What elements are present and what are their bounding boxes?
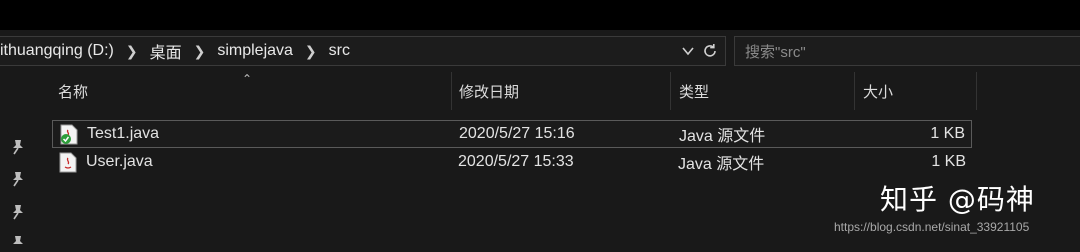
java-file-icon: [59, 152, 77, 173]
column-header-name-label: 名称: [58, 83, 89, 101]
refresh-icon[interactable]: [701, 42, 719, 60]
column-header-type[interactable]: 类型: [671, 72, 855, 110]
breadcrumb: ithuangqing (D:) ❯ 桌面 ❯ simplejava ❯ src: [0, 37, 356, 65]
address-buttons: [681, 37, 719, 65]
file-row[interactable]: User.java 2020/5/27 15:33 Java 源文件 1 KB: [52, 149, 972, 177]
column-header-size[interactable]: 大小: [855, 72, 977, 110]
column-header-name[interactable]: 名称: [50, 72, 452, 110]
file-row[interactable]: Test1.java 2020/5/27 15:16 Java 源文件 1 KB: [52, 120, 972, 148]
search-box[interactable]: [734, 36, 1080, 67]
watermark-brand: 知乎 @码神: [880, 183, 1035, 216]
chevron-right-icon[interactable]: ❯: [120, 43, 144, 60]
window-titlebar: [0, 0, 1080, 30]
file-name: User.java: [86, 153, 153, 170]
column-header-modified[interactable]: 修改日期: [451, 72, 671, 110]
search-input[interactable]: [743, 37, 1067, 67]
address-bar[interactable]: ithuangqing (D:) ❯ 桌面 ❯ simplejava ❯ src: [0, 36, 726, 66]
pin-icon[interactable]: [9, 203, 27, 221]
breadcrumb-item-simplejava[interactable]: simplejava: [211, 42, 299, 60]
pin-icon[interactable]: [9, 170, 27, 188]
breadcrumb-item-src[interactable]: src: [323, 42, 356, 60]
file-name: Test1.java: [87, 125, 160, 142]
file-size: 1 KB: [930, 125, 965, 142]
file-type: Java 源文件: [678, 156, 765, 173]
column-header-type-label: 类型: [679, 83, 710, 101]
file-size: 1 KB: [931, 153, 966, 170]
chevron-right-icon[interactable]: ❯: [188, 43, 212, 60]
file-type: Java 源文件: [679, 128, 766, 145]
file-modified: 2020/5/27 15:16: [459, 125, 575, 142]
pin-icon[interactable]: [9, 234, 27, 252]
navigation-pane: [0, 72, 38, 244]
pin-icon[interactable]: [9, 138, 27, 156]
address-row: ithuangqing (D:) ❯ 桌面 ❯ simplejava ❯ src: [0, 30, 1080, 72]
breadcrumb-item-drive[interactable]: ithuangqing (D:): [0, 42, 120, 60]
chevron-right-icon[interactable]: ❯: [299, 43, 323, 60]
java-file-checked-icon: [60, 124, 78, 145]
file-modified: 2020/5/27 15:33: [458, 153, 574, 170]
column-header-modified-label: 修改日期: [459, 83, 520, 101]
breadcrumb-item-desktop[interactable]: 桌面: [144, 39, 188, 63]
watermark-url: https://blog.csdn.net/sinat_33921105: [834, 220, 1030, 234]
column-header-size-label: 大小: [863, 83, 894, 101]
column-header: ⌃ 名称 修改日期 类型 大小: [38, 72, 1080, 114]
chevron-down-icon[interactable]: [681, 44, 695, 58]
